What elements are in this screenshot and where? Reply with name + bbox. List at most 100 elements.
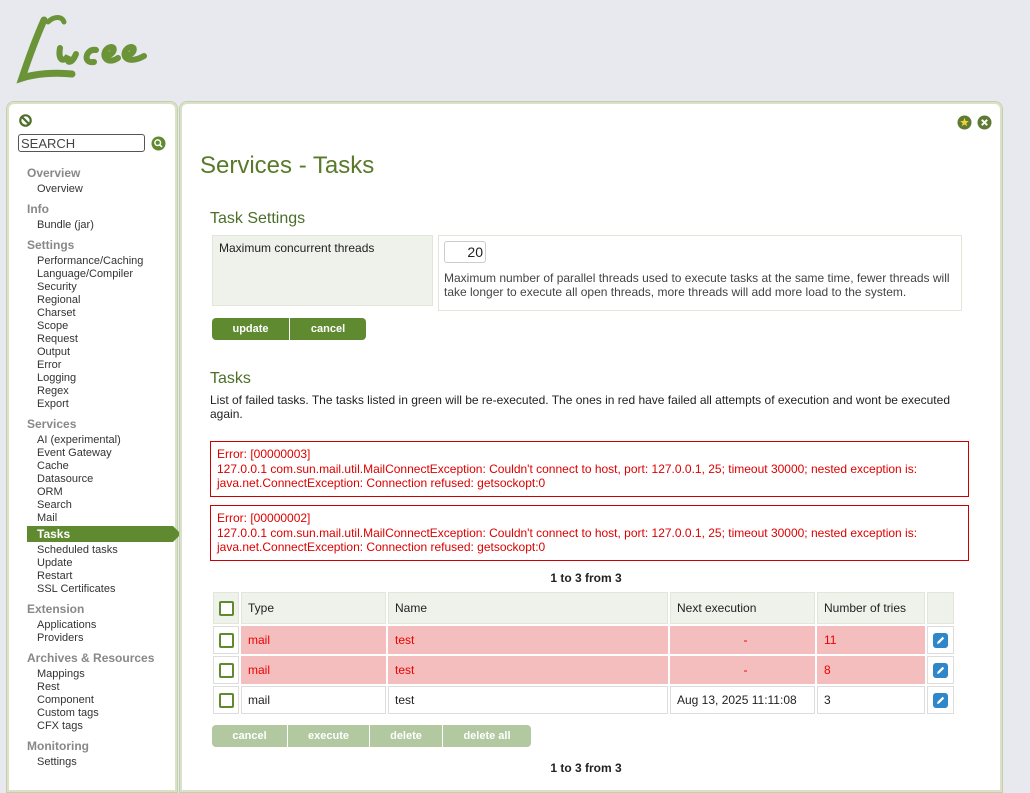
tasks-table: Type Name Next execution Number of tries… — [211, 590, 956, 716]
update-button[interactable]: update — [212, 318, 290, 340]
sidebar-item-restart[interactable]: Restart — [27, 570, 177, 583]
sidebar-item-logging[interactable]: Logging — [27, 372, 177, 385]
cell-type: mail — [241, 656, 386, 684]
nav-group-title: Info — [27, 202, 49, 216]
col-name[interactable]: Name — [388, 592, 668, 624]
col-type[interactable]: Type — [241, 592, 386, 624]
sidebar-item-settings[interactable]: Settings — [27, 756, 177, 769]
sidebar-item-bundle-jar[interactable]: Bundle (jar) — [27, 219, 177, 232]
nav-group: Monitoring Settings — [27, 739, 177, 769]
task-buttons: cancel execute delete delete all — [212, 725, 531, 747]
cell-type: mail — [241, 686, 386, 714]
sidebar-item-ai-experimental[interactable]: AI (experimental) — [27, 434, 177, 447]
sidebar-item-component[interactable]: Component — [27, 694, 177, 707]
favorite-icon[interactable] — [957, 115, 972, 130]
row-select-cell — [213, 626, 239, 654]
error-code: Error: [00000002] — [217, 511, 311, 525]
sidebar-item-error[interactable]: Error — [27, 359, 177, 372]
nav-group-title: Extension — [27, 602, 85, 616]
cancel-button[interactable]: cancel — [290, 318, 366, 340]
settings-buttons: update cancel — [212, 318, 366, 340]
sidebar-item-language-compiler[interactable]: Language/Compiler — [27, 268, 177, 281]
sidebar-item-cache[interactable]: Cache — [27, 460, 177, 473]
sidebar-item-mappings[interactable]: Mappings — [27, 668, 177, 681]
sidebar-item-datasource[interactable]: Datasource — [27, 473, 177, 486]
sidebar-item-regex[interactable]: Regex — [27, 385, 177, 398]
error-message: Error: [00000003] 127.0.0.1 com.sun.mail… — [210, 441, 969, 497]
cell-name: test — [388, 686, 668, 714]
nav-group: Info Bundle (jar) — [27, 202, 177, 232]
nav-group: Services AI (experimental) Event Gateway Ca… — [27, 417, 181, 596]
cell-next-execution: Aug 13, 2025 11:11:08 — [670, 686, 815, 714]
sidebar-item-output[interactable]: Output — [27, 346, 177, 359]
lucee-logo — [16, 15, 147, 84]
table-row: mail test -8 — [213, 656, 954, 684]
search-icon[interactable] — [151, 136, 166, 151]
cancel-tasks-button[interactable]: cancel — [212, 725, 288, 747]
execute-button[interactable]: execute — [288, 725, 370, 747]
sidebar-item-providers[interactable]: Providers — [27, 632, 177, 645]
max-threads-input[interactable] — [444, 241, 486, 263]
sidebar-item-cfx-tags[interactable]: CFX tags — [27, 720, 177, 733]
row-checkbox[interactable] — [218, 692, 234, 708]
row-checkbox[interactable] — [218, 662, 234, 678]
cell-name: test — [388, 626, 668, 654]
sidebar-item-event-gateway[interactable]: Event Gateway — [27, 447, 177, 460]
edit-icon[interactable] — [933, 692, 948, 708]
cell-tries: 8 — [817, 656, 925, 684]
close-icon[interactable] — [977, 115, 992, 130]
nav-group-title: Settings — [27, 238, 75, 252]
cell-type: mail — [241, 626, 386, 654]
sidebar-item-rest[interactable]: Rest — [27, 681, 177, 694]
tasks-description: List of failed tasks. The tasks listed i… — [210, 393, 950, 421]
select-all-checkbox[interactable] — [218, 600, 234, 616]
sidebar-nav: Overview Overview Info Bundle (jar) Settings… — [27, 166, 181, 775]
sidebar-item-export[interactable]: Export — [27, 398, 177, 411]
row-edit-cell — [927, 686, 954, 714]
sidebar-item-tasks[interactable]: Tasks — [27, 526, 181, 542]
sidebar-item-scope[interactable]: Scope — [27, 320, 177, 333]
search-input[interactable] — [18, 134, 145, 152]
pager-top: 1 to 3 from 3 — [550, 571, 622, 585]
panel-actions — [957, 115, 992, 130]
delete-all-button[interactable]: delete all — [443, 725, 531, 747]
row-select-cell — [213, 656, 239, 684]
error-text: 127.0.0.1 com.sun.mail.util.MailConnectE… — [217, 461, 918, 491]
nav-group: Overview Overview — [27, 166, 177, 196]
sidebar: Overview Overview Info Bundle (jar) Settings… — [6, 101, 181, 793]
setting-description: Maximum number of parallel threads used … — [444, 271, 950, 299]
sidebar-item-regional[interactable]: Regional — [27, 294, 177, 307]
sidebar-item-orm[interactable]: ORM — [27, 486, 177, 499]
col-next-execution[interactable]: Next execution — [670, 592, 815, 624]
sidebar-item-scheduled-tasks[interactable]: Scheduled tasks — [27, 544, 177, 557]
sidebar-item-update[interactable]: Update — [27, 557, 177, 570]
table-row: mail test Aug 13, 2025 11:11:08 3 — [213, 686, 954, 714]
edit-icon[interactable] — [933, 632, 948, 648]
sidebar-item-custom-tags[interactable]: Custom tags — [27, 707, 177, 720]
edit-icon[interactable] — [933, 662, 948, 678]
error-code: Error: [00000003] — [217, 447, 311, 461]
sidebar-item-mail[interactable]: Mail — [27, 512, 177, 525]
sidebar-item-performance-caching[interactable]: Performance/Caching — [27, 255, 177, 268]
sidebar-item-charset[interactable]: Charset — [27, 307, 177, 320]
collapse-icon[interactable] — [19, 114, 32, 127]
row-edit-cell — [927, 626, 954, 654]
sidebar-item-applications[interactable]: Applications — [27, 619, 177, 632]
table-row: mail test -11 — [213, 626, 954, 654]
col-tries[interactable]: Number of tries — [817, 592, 925, 624]
page-title: Services - Tasks — [200, 152, 375, 179]
nav-group: Settings Performance/Caching Language/Comp… — [27, 238, 177, 411]
main-panel: Services - Tasks Task Settings Maximum c… — [179, 101, 1003, 793]
delete-button[interactable]: delete — [370, 725, 443, 747]
nav-group-title: Overview — [27, 166, 81, 180]
sidebar-item-security[interactable]: Security — [27, 281, 177, 294]
search-area — [18, 134, 166, 152]
task-settings-title: Task Settings — [210, 210, 306, 227]
sidebar-item-overview[interactable]: Overview — [27, 183, 177, 196]
sidebar-item-ssl-certificates[interactable]: SSL Certificates — [27, 583, 177, 596]
row-checkbox[interactable] — [218, 632, 234, 648]
sidebar-item-search[interactable]: Search — [27, 499, 177, 512]
sidebar-item-request[interactable]: Request — [27, 333, 177, 346]
cell-name: test — [388, 656, 668, 684]
error-message: Error: [00000002] 127.0.0.1 com.sun.mail… — [210, 505, 969, 561]
